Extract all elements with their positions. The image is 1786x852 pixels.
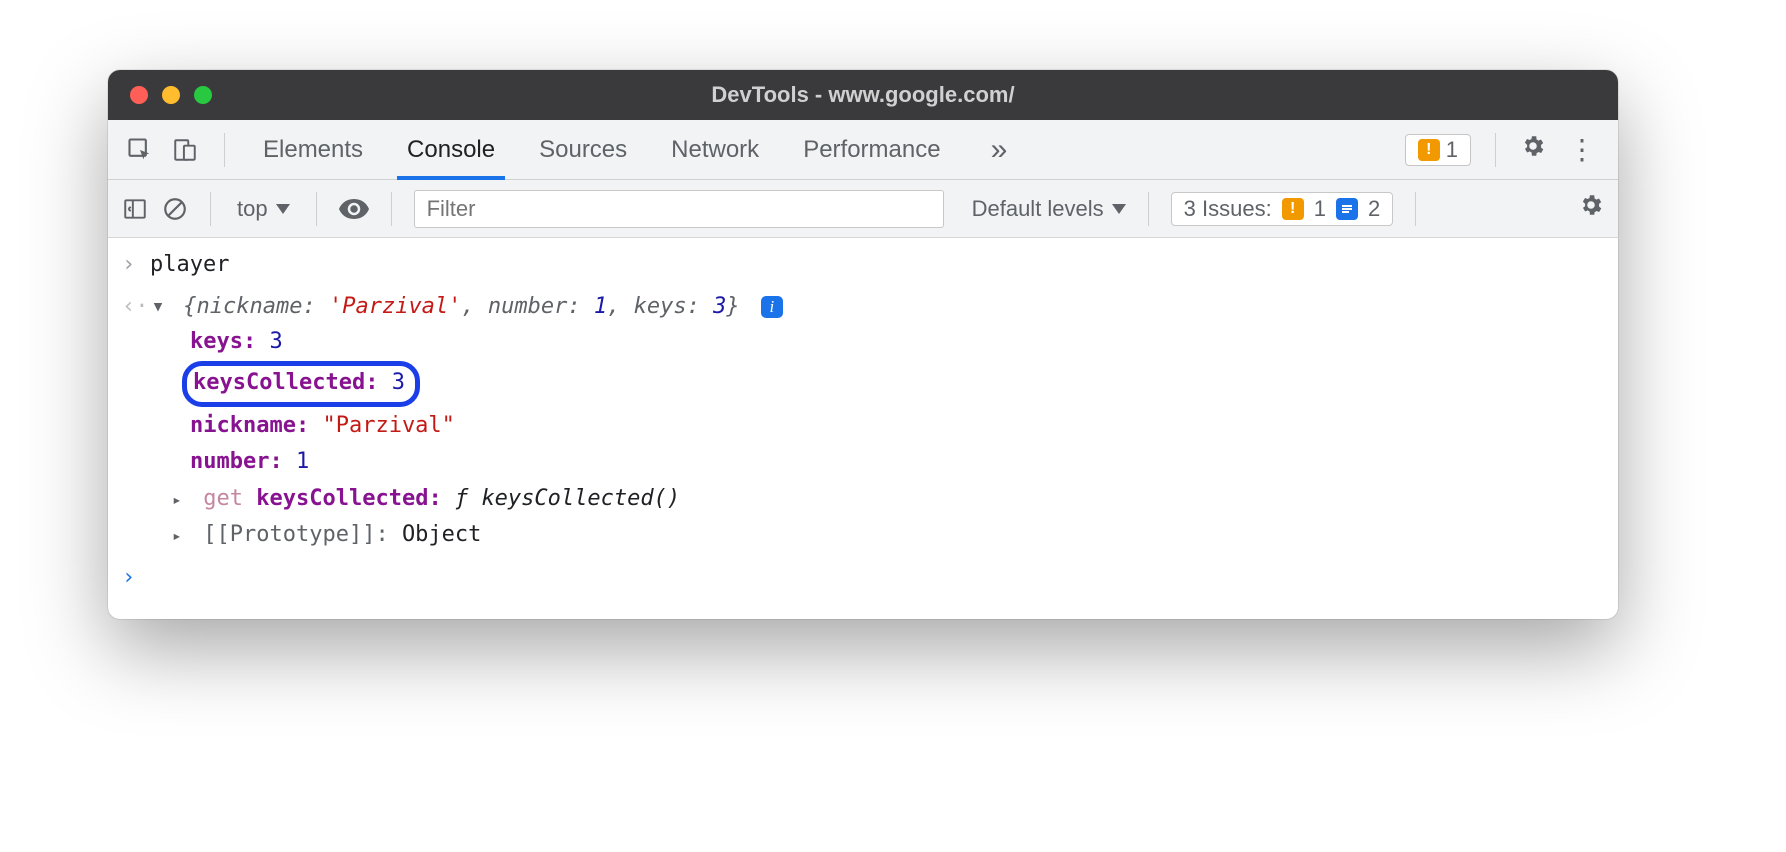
- divider: [210, 192, 211, 226]
- divider: [1148, 192, 1149, 226]
- divider: [1495, 133, 1496, 167]
- object-preview[interactable]: {nickname: 'Parzival', number: 1, keys: …: [183, 294, 753, 319]
- toggle-sidebar-icon[interactable]: [122, 196, 148, 222]
- filter-input[interactable]: [414, 190, 944, 228]
- devtools-window: DevTools - www.google.com/ Elements Cons…: [108, 70, 1618, 619]
- maximize-window-button[interactable]: [194, 86, 212, 104]
- tab-elements[interactable]: Elements: [259, 120, 367, 179]
- window-titlebar: DevTools - www.google.com/: [108, 70, 1618, 120]
- divider: [1415, 192, 1416, 226]
- close-window-button[interactable]: [130, 86, 148, 104]
- property-row-highlighted[interactable]: keysCollected: 3: [190, 360, 1604, 408]
- highlight-annotation: keysCollected: 3: [182, 361, 420, 407]
- traffic-lights: [108, 86, 212, 104]
- issues-indicator[interactable]: ! 1: [1405, 134, 1471, 166]
- minimize-window-button[interactable]: [162, 86, 180, 104]
- chevron-down-icon: [1112, 204, 1126, 214]
- warn-count: 1: [1314, 196, 1326, 222]
- context-label: top: [237, 196, 268, 222]
- getter-disclosure-icon[interactable]: [172, 482, 186, 516]
- context-selector[interactable]: top: [233, 196, 294, 222]
- info-count: 2: [1368, 196, 1380, 222]
- evaluated-expression[interactable]: player: [150, 248, 1604, 282]
- warning-badge-icon: !: [1418, 139, 1440, 161]
- console-input-row: › player: [108, 244, 1618, 286]
- device-toolbar-icon[interactable]: [172, 136, 198, 164]
- prototype-disclosure-icon[interactable]: [172, 518, 186, 552]
- window-title: DevTools - www.google.com/: [108, 82, 1618, 108]
- chevron-down-icon: [276, 204, 290, 214]
- panel-tabs-bar: Elements Console Sources Network Perform…: [108, 120, 1618, 180]
- levels-label: Default levels: [972, 196, 1104, 222]
- console-output-row: ‹· ▾ {nickname: 'Parzival', number: 1, k…: [108, 286, 1618, 557]
- more-menu-icon[interactable]: ⋮: [1562, 133, 1602, 166]
- getter-row[interactable]: get keysCollected: ƒ keysCollected(): [190, 481, 1604, 517]
- divider: [316, 192, 317, 226]
- issues-count: 1: [1446, 137, 1458, 163]
- console-toolbar: top Default levels 3 Issues: ! 1 2: [108, 180, 1618, 238]
- tab-sources[interactable]: Sources: [535, 120, 631, 179]
- tab-performance[interactable]: Performance: [799, 120, 944, 179]
- output-chevron-icon: ‹·: [122, 290, 150, 324]
- prototype-row[interactable]: [[Prototype]]: Object: [190, 517, 1604, 553]
- object-disclosure-toggle[interactable]: ▾: [150, 290, 166, 324]
- property-row[interactable]: keys: 3: [190, 324, 1604, 360]
- property-row[interactable]: number: 1: [190, 444, 1604, 480]
- clear-console-icon[interactable]: [162, 196, 188, 222]
- object-info-icon[interactable]: i: [761, 296, 783, 318]
- prompt-chevron-icon: ›: [122, 561, 150, 595]
- divider: [224, 133, 225, 167]
- divider: [391, 192, 392, 226]
- settings-gear-icon[interactable]: [1520, 133, 1546, 166]
- issues-summary[interactable]: 3 Issues: ! 1 2: [1171, 192, 1394, 226]
- panel-tabs: Elements Console Sources Network Perform…: [239, 120, 1017, 179]
- console-output: › player ‹· ▾ {nickname: 'Parzival', num…: [108, 238, 1618, 619]
- tabs-overflow-button[interactable]: »: [981, 120, 1018, 179]
- inspect-element-icon[interactable]: [126, 136, 154, 164]
- tab-network[interactable]: Network: [667, 120, 763, 179]
- console-settings-gear-icon[interactable]: [1578, 192, 1604, 225]
- log-levels-selector[interactable]: Default levels: [958, 196, 1126, 222]
- issues-label: 3 Issues:: [1184, 196, 1272, 222]
- live-expression-eye-icon[interactable]: [339, 198, 369, 220]
- tab-console[interactable]: Console: [403, 120, 499, 179]
- warning-badge-icon: !: [1282, 198, 1304, 220]
- input-chevron-icon: ›: [122, 248, 150, 282]
- console-prompt-row[interactable]: ›: [108, 557, 1618, 599]
- info-badge-icon: [1336, 198, 1358, 220]
- object-properties: keys: 3 keysCollected: 3 nickname: "Parz…: [150, 324, 1604, 553]
- property-row[interactable]: nickname: "Parzival": [190, 408, 1604, 444]
